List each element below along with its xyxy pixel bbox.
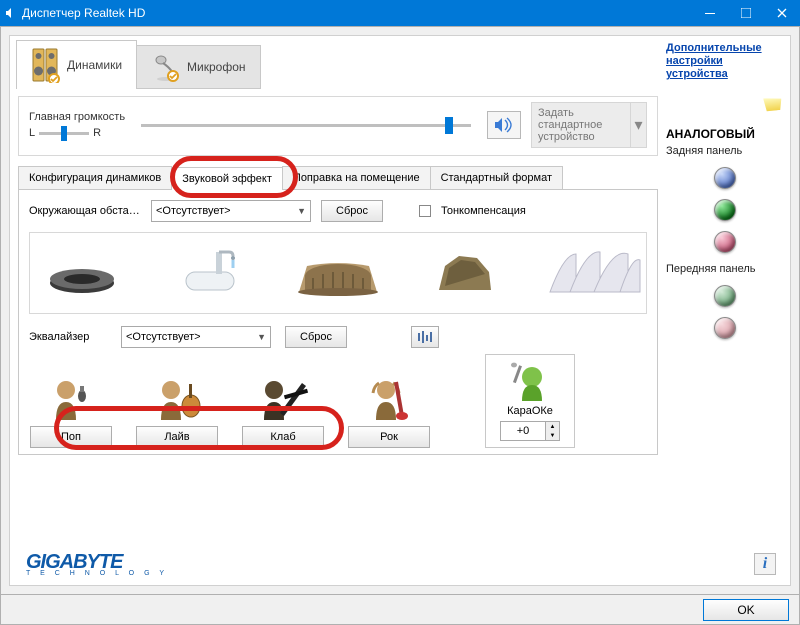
preset-rock-button[interactable]: Рок bbox=[348, 426, 430, 448]
subtab-sound-effect[interactable]: Звуковой эффект bbox=[171, 167, 283, 190]
equalizer-value: <Отсутствует> bbox=[126, 331, 201, 343]
preset-live-button[interactable]: Лайв bbox=[136, 426, 218, 448]
balance-slider[interactable] bbox=[39, 132, 89, 135]
maximize-button[interactable] bbox=[728, 0, 764, 26]
tab-speakers[interactable]: Динамики bbox=[16, 40, 137, 89]
karaoke-icon bbox=[508, 361, 552, 401]
preset-pop-icon bbox=[46, 376, 96, 422]
default-device-dropdown[interactable]: ▾ bbox=[631, 102, 647, 148]
info-button[interactable]: i bbox=[754, 553, 776, 575]
sound-on-icon bbox=[494, 117, 514, 133]
environment-presets bbox=[29, 232, 647, 314]
subtab-room-correction[interactable]: Поправка на помещение bbox=[282, 166, 431, 189]
minimize-button[interactable] bbox=[692, 0, 728, 26]
tab-microphone[interactable]: Микрофон bbox=[137, 45, 260, 89]
tab-microphone-label: Микрофон bbox=[187, 60, 245, 74]
preset-club-button[interactable]: Клаб bbox=[242, 426, 324, 448]
preset-pop-button[interactable]: Поп bbox=[30, 426, 112, 448]
jack-front-green[interactable] bbox=[714, 285, 736, 307]
chevron-down-icon: ▼ bbox=[297, 206, 306, 216]
jack-rear-green[interactable] bbox=[714, 199, 736, 221]
env-preset-sewerpipe[interactable] bbox=[34, 243, 130, 303]
environment-label: Окружающая обста… bbox=[29, 205, 141, 217]
note-flag-icon bbox=[763, 96, 783, 112]
equalizer-reset-button[interactable]: Сброс bbox=[285, 326, 347, 348]
env-preset-arena[interactable] bbox=[290, 243, 386, 303]
window-title: Диспетчер Realtek HD bbox=[22, 6, 692, 20]
graphic-eq-button[interactable] bbox=[411, 326, 439, 348]
karaoke-label: КараОКе bbox=[507, 405, 553, 417]
front-panel-label: Передняя панель bbox=[666, 263, 784, 275]
karaoke-pitch-spinner[interactable]: +0 ▲▼ bbox=[500, 421, 560, 441]
ok-button[interactable]: OK bbox=[703, 599, 789, 621]
subtab-default-format[interactable]: Стандартный формат bbox=[430, 166, 563, 189]
jack-rear-pink[interactable] bbox=[714, 231, 736, 253]
karaoke-box: КараОКе +0 ▲▼ bbox=[485, 354, 575, 448]
environment-select[interactable]: <Отсутствует> ▼ bbox=[151, 200, 311, 222]
preset-rock-icon bbox=[364, 376, 414, 422]
env-preset-stone[interactable] bbox=[418, 243, 514, 303]
balance-right-label: R bbox=[93, 127, 101, 139]
jack-front-pink[interactable] bbox=[714, 317, 736, 339]
env-preset-bathroom[interactable] bbox=[162, 243, 258, 303]
speakers-icon bbox=[31, 47, 61, 83]
chevron-down-icon: ▼ bbox=[257, 332, 266, 342]
tab-speakers-label: Динамики bbox=[67, 58, 122, 72]
preset-live-icon bbox=[149, 376, 205, 422]
balance-left-label: L bbox=[29, 127, 35, 139]
default-device-button[interactable]: Задать стандартное устройство bbox=[531, 102, 631, 148]
tone-compensation-label: Тонкомпенсация bbox=[441, 205, 526, 217]
brand-logo: GIGABYTE T E C H N O L O G Y bbox=[26, 551, 168, 577]
environment-reset-button[interactable]: Сброс bbox=[321, 200, 383, 222]
analog-title: АНАЛОГОВЫЙ bbox=[666, 127, 784, 141]
advanced-settings-link[interactable]: Дополнительные настройки устройства bbox=[666, 42, 784, 81]
preset-club-icon bbox=[254, 376, 312, 422]
close-button[interactable] bbox=[764, 0, 800, 26]
app-icon bbox=[0, 7, 22, 19]
karaoke-pitch-value: +0 bbox=[501, 425, 545, 437]
main-volume-title: Главная громкость bbox=[29, 111, 125, 123]
spinner-up-icon[interactable]: ▲ bbox=[546, 422, 559, 431]
volume-slider[interactable] bbox=[141, 124, 471, 127]
tone-compensation-checkbox[interactable] bbox=[419, 205, 431, 217]
jack-rear-blue[interactable] bbox=[714, 167, 736, 189]
equalizer-select[interactable]: <Отсутствует> ▼ bbox=[121, 326, 271, 348]
env-preset-concerthall[interactable] bbox=[546, 243, 642, 303]
environment-value: <Отсутствует> bbox=[156, 205, 231, 217]
spinner-down-icon[interactable]: ▼ bbox=[546, 431, 559, 440]
mute-button[interactable] bbox=[487, 111, 521, 139]
rear-panel-label: Задняя панель bbox=[666, 145, 784, 157]
equalizer-label: Эквалайзер bbox=[29, 331, 107, 343]
subtab-speaker-config[interactable]: Конфигурация динамиков bbox=[18, 166, 172, 189]
microphone-icon bbox=[151, 52, 181, 82]
graphic-eq-icon bbox=[417, 331, 433, 343]
